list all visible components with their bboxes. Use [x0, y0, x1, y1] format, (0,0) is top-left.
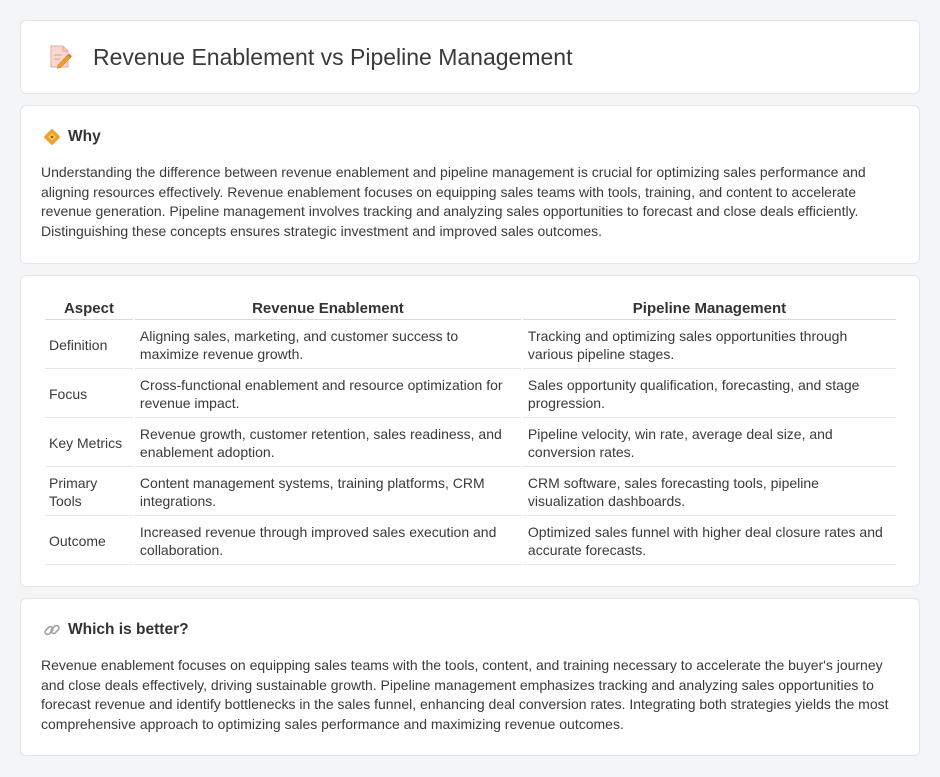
table-row: Primary Tools Content management systems…: [45, 469, 896, 516]
aspect-cell: Definition: [45, 322, 133, 369]
why-heading: Why: [41, 126, 899, 148]
table-row: Key Metrics Revenue growth, customer ret…: [45, 420, 896, 467]
pipeline-cell: Tracking and optimizing sales opportunit…: [522, 322, 896, 369]
aspect-cell: Primary Tools: [45, 469, 133, 516]
comparison-card: Aspect Revenue Enablement Pipeline Manag…: [20, 275, 920, 587]
aspect-cell: Key Metrics: [45, 420, 133, 467]
table-header-row: Aspect Revenue Enablement Pipeline Manag…: [45, 298, 896, 320]
revenue-cell: Aligning sales, marketing, and customer …: [134, 322, 521, 369]
revenue-cell: Increased revenue through improved sales…: [134, 518, 521, 565]
which-is-better-section: Which is better? Revenue enablement focu…: [20, 598, 920, 756]
pipeline-cell: Pipeline velocity, win rate, average dea…: [522, 420, 896, 467]
revenue-cell: Cross-functional enablement and resource…: [134, 371, 521, 418]
comparison-table: Aspect Revenue Enablement Pipeline Manag…: [43, 296, 898, 567]
table-row: Definition Aligning sales, marketing, an…: [45, 322, 896, 369]
table-row: Outcome Increased revenue through improv…: [45, 518, 896, 565]
better-text: Revenue enablement focuses on equipping …: [41, 657, 889, 732]
why-section: Why Understanding the difference between…: [20, 105, 920, 264]
better-title: Which is better?: [68, 621, 189, 638]
why-title: Why: [68, 128, 101, 145]
header-revenue-enablement: Revenue Enablement: [134, 298, 521, 320]
header-pipeline-management: Pipeline Management: [522, 298, 896, 320]
pipeline-cell: CRM software, sales forecasting tools, p…: [522, 469, 896, 516]
why-text: Understanding the difference between rev…: [41, 164, 866, 239]
pipeline-cell: Sales opportunity qualification, forecas…: [522, 371, 896, 418]
diamond-warning-icon: [43, 128, 61, 146]
title-card: Revenue Enablement vs Pipeline Managemen…: [20, 20, 920, 94]
page-title: Revenue Enablement vs Pipeline Managemen…: [93, 43, 573, 70]
document-pencil-icon: [47, 44, 73, 70]
aspect-cell: Outcome: [45, 518, 133, 565]
revenue-cell: Revenue growth, customer retention, sale…: [134, 420, 521, 467]
table-row: Focus Cross-functional enablement and re…: [45, 371, 896, 418]
header-aspect: Aspect: [45, 298, 133, 320]
pipeline-cell: Optimized sales funnel with higher deal …: [522, 518, 896, 565]
link-icon: [43, 621, 61, 639]
better-heading: Which is better?: [41, 619, 899, 641]
revenue-cell: Content management systems, training pla…: [134, 469, 521, 516]
aspect-cell: Focus: [45, 371, 133, 418]
